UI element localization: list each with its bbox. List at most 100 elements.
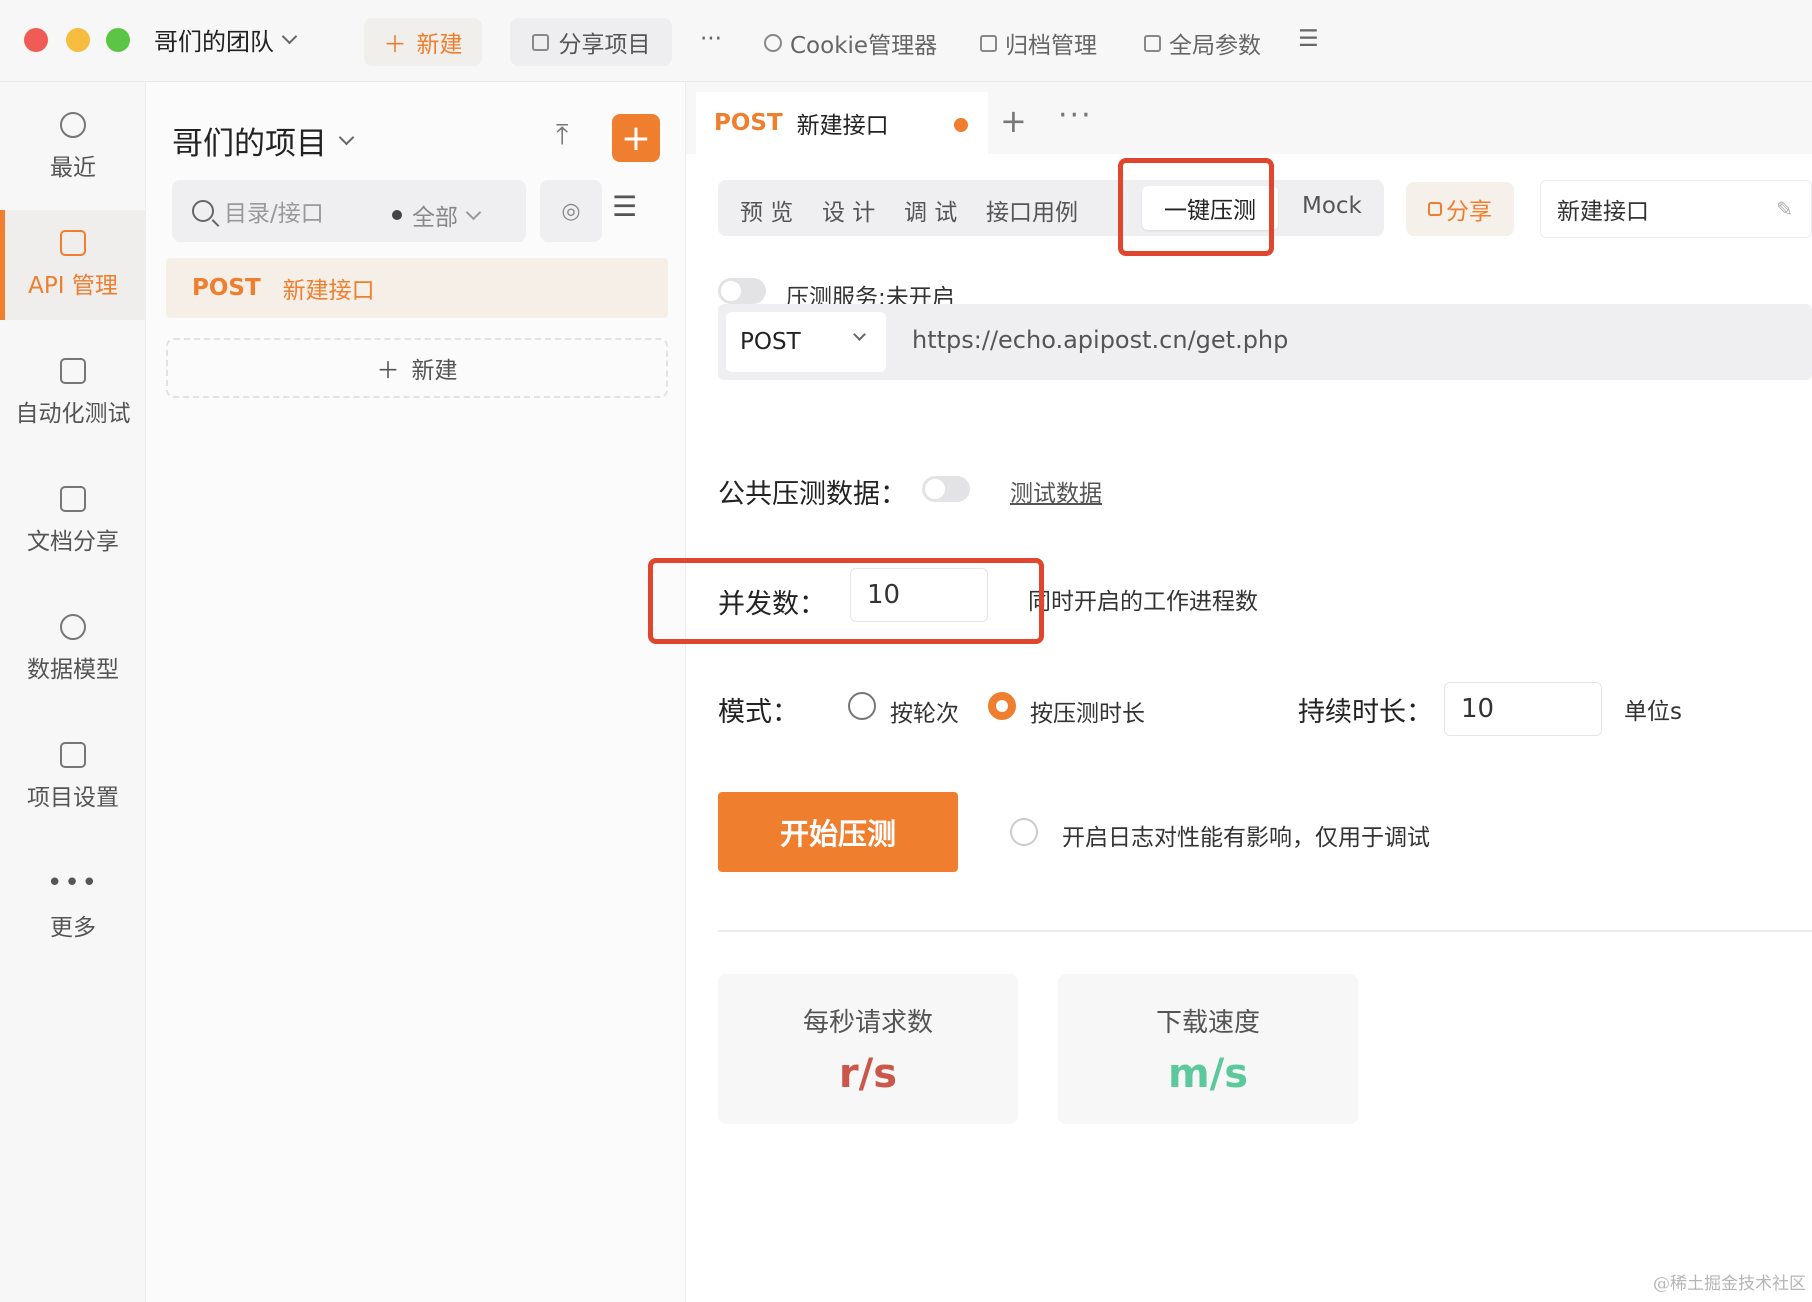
global-params-button[interactable]: 全局参数: [1144, 26, 1261, 60]
method-value: POST: [740, 329, 801, 355]
collapse-icon: ☰: [612, 190, 638, 223]
watermark: @稀土掘金技术社区: [1653, 1274, 1806, 1294]
api-method: POST: [192, 275, 261, 301]
archive-label: 归档管理: [1005, 33, 1097, 59]
rail-item-recent[interactable]: 最近: [0, 92, 146, 202]
duration-input[interactable]: 10: [1444, 682, 1602, 736]
url-value[interactable]: https://echo.apipost.cn/get.php: [912, 326, 1288, 354]
rail-item-data-model[interactable]: 数据模型: [0, 594, 146, 704]
tab-design[interactable]: 设 计: [822, 193, 875, 227]
metric-title: 下载速度: [1155, 1007, 1260, 1038]
rail-item-api-management[interactable]: API 管理: [0, 210, 146, 320]
new-button[interactable]: ＋ 新建: [364, 18, 482, 66]
plus-icon: ＋: [376, 358, 400, 384]
highlight-box: [1118, 158, 1274, 256]
tab-debug[interactable]: 调 试: [904, 193, 957, 227]
log-hint: 开启日志对性能有影响，仅用于调试: [1062, 825, 1430, 851]
locate-icon: ◎: [561, 198, 581, 224]
collapse-all-button[interactable]: ☰: [612, 190, 637, 223]
list-toggle-button[interactable]: ☰: [1298, 26, 1319, 52]
cookie-manager-button[interactable]: Cookie管理器: [764, 26, 937, 60]
mode-by-rounds-radio[interactable]: [848, 692, 876, 720]
history-icon: [60, 112, 86, 138]
method-select[interactable]: POST: [726, 312, 886, 372]
mode-label: 模式：: [718, 697, 799, 728]
highlight-box: [648, 558, 1044, 644]
filter-dot-icon: [392, 210, 402, 220]
left-rail: 最近 API 管理 自动化测试 文档分享 数据模型 项目设置 ••• 更多: [0, 82, 146, 1302]
stress-service-toggle[interactable]: [718, 278, 766, 304]
share-project-button[interactable]: 分享项目: [510, 18, 672, 66]
settings-icon: [60, 742, 86, 768]
add-new-api-button[interactable]: ＋ 新建: [166, 338, 668, 398]
concurrency-hint: 同时开启的工作进程数: [1028, 589, 1258, 615]
more-label: ···: [700, 26, 722, 52]
new-tab-button[interactable]: +: [1000, 102, 1027, 140]
rail-item-doc-share[interactable]: 文档分享: [0, 466, 146, 576]
rail-item-project-settings[interactable]: 项目设置: [0, 722, 146, 832]
sub-tabs: 预 览 设 计 调 试 接口用例 一键压测 Mock: [718, 180, 1384, 236]
rail-item-automation[interactable]: 自动化测试: [0, 338, 146, 448]
project-title: 哥们的项目: [172, 126, 327, 162]
unsaved-dot-icon: [954, 118, 968, 132]
rail-item-label: API 管理: [28, 273, 118, 299]
filter-label: 全部: [412, 205, 458, 231]
rail-item-label: 更多: [50, 915, 96, 941]
metric-title: 每秒请求数: [802, 1007, 933, 1038]
tab-test-cases[interactable]: 接口用例: [986, 193, 1078, 227]
enable-log-checkbox[interactable]: [1010, 818, 1038, 846]
mode-by-duration-radio[interactable]: [988, 692, 1016, 720]
tab-more-button[interactable]: ···: [1058, 98, 1093, 133]
add-api-button[interactable]: +: [612, 114, 660, 162]
main-area: POST 新建接口 + ··· 预 览 设 计 调 试 接口用例 一键压测 Mo…: [648, 82, 1812, 1302]
archive-icon: [980, 34, 997, 52]
list-icon: ☰: [1298, 26, 1319, 52]
rail-item-more[interactable]: ••• 更多: [0, 850, 146, 960]
rail-item-label: 最近: [50, 155, 96, 181]
global-params-label: 全局参数: [1169, 33, 1261, 59]
filter-dropdown[interactable]: 全部: [392, 198, 482, 232]
model-icon: [60, 614, 86, 640]
api-list-item[interactable]: POST 新建接口: [166, 258, 668, 318]
flow-icon: [60, 358, 86, 384]
share-button[interactable]: 分享: [1406, 182, 1514, 236]
tab-mock[interactable]: Mock: [1302, 193, 1362, 219]
api-name-field[interactable]: 新建接口 ✎: [1540, 180, 1812, 238]
chevron-down-icon: [853, 328, 866, 341]
metric-card-rps: 每秒请求数 r/s: [718, 974, 1018, 1124]
title-bar: 哥们的团队 ＋ 新建 分享项目 ··· Cookie管理器 归档管理 全局参数 …: [0, 0, 1812, 82]
rail-item-label: 自动化测试: [15, 401, 131, 427]
tab-method: POST: [714, 110, 783, 136]
team-switcher[interactable]: 哥们的团队: [154, 22, 298, 57]
public-data-label: 公共压测数据：: [718, 479, 907, 510]
tab-preview[interactable]: 预 览: [740, 193, 793, 227]
chevron-down-icon: [338, 129, 355, 146]
share-icon: [531, 33, 549, 51]
tab-new-api[interactable]: POST 新建接口: [696, 92, 988, 154]
project-switcher[interactable]: 哥们的项目: [172, 118, 355, 163]
divider: [718, 930, 1812, 932]
maximize-window-button[interactable]: [106, 28, 130, 52]
tab-title: 新建接口: [796, 113, 889, 139]
rail-item-label: 文档分享: [27, 529, 119, 555]
start-stress-test-button[interactable]: 开始压测: [718, 792, 958, 872]
test-data-link[interactable]: 测试数据: [1010, 474, 1102, 508]
project-panel: 哥们的项目 ⤒ + 目录/接口 全部 ◎ ☰ POST 新建接口 ＋ 新建: [146, 82, 686, 1302]
archive-button[interactable]: 归档管理: [980, 26, 1097, 60]
chevron-down-icon: [281, 28, 298, 45]
close-window-button[interactable]: [24, 28, 48, 52]
add-new-label: 新建: [411, 358, 458, 384]
minimize-window-button[interactable]: [66, 28, 90, 52]
duration-label: 持续时长：: [1298, 697, 1433, 728]
metric-value: r/s: [838, 1050, 898, 1097]
share-label: 分享: [1446, 199, 1492, 225]
locate-button[interactable]: ◎: [540, 180, 602, 242]
new-button-label: 新建: [416, 32, 463, 58]
more-button[interactable]: ···: [700, 26, 722, 52]
chevron-down-icon: [465, 204, 482, 220]
document-icon: [60, 486, 86, 512]
tab-bar: POST 新建接口 + ···: [686, 82, 1812, 154]
public-data-toggle[interactable]: [922, 476, 970, 502]
export-icon[interactable]: ⤒: [556, 118, 568, 152]
mode-by-duration-label: 按压测时长: [1030, 701, 1145, 727]
